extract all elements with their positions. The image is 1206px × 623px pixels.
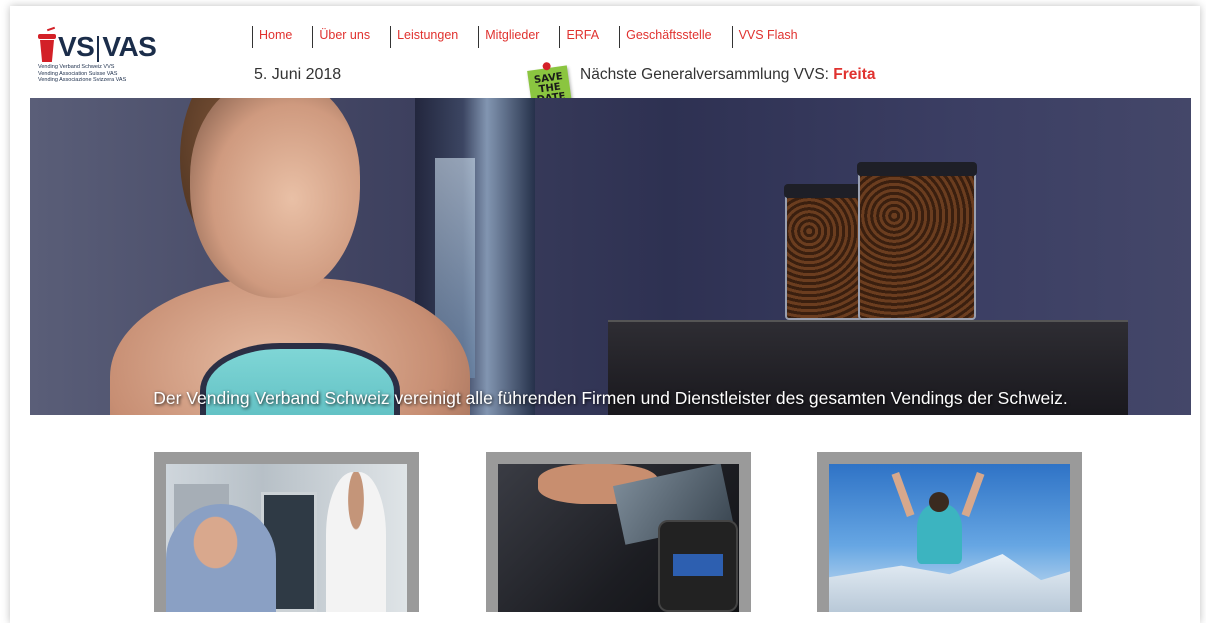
card-people-at-vending-machine[interactable] — [154, 452, 419, 612]
nav-mitglieder[interactable]: Mitglieder — [478, 26, 539, 48]
hero-caption: Der Vending Verband Schweiz vereinigt al… — [153, 388, 1068, 408]
logo-wordmark: VS VAS — [38, 26, 188, 62]
card-image — [498, 464, 739, 612]
logo-text-right: VAS — [102, 31, 157, 62]
nav-erfa[interactable]: ERFA — [559, 26, 599, 48]
logo-text-left: VS — [58, 31, 95, 62]
current-date: 5. Juni 2018 — [254, 66, 342, 83]
card-man-on-mountain[interactable] — [817, 452, 1082, 612]
card-image — [829, 464, 1070, 612]
nav-vvs-flash[interactable]: VVS Flash — [731, 26, 798, 48]
logo-divider — [97, 36, 100, 62]
nav-ueber-uns[interactable]: Über uns — [312, 26, 370, 48]
nav-geschaeftsstelle[interactable]: Geschäftsstelle — [619, 26, 712, 48]
hero-bean-jar — [784, 184, 864, 320]
nav-home[interactable]: Home — [252, 26, 292, 48]
hero-person-head — [190, 98, 360, 298]
pin-icon — [542, 61, 552, 71]
hero-banner: Der Vending Verband Schweiz vereinigt al… — [30, 98, 1191, 415]
ticker-text: Nächste Generalversammlung VVS: — [580, 66, 834, 83]
main-nav: Home Über uns Leistungen Mitglieder ERFA… — [252, 26, 818, 48]
ticker-highlight: Freita — [833, 66, 876, 83]
card-payment-terminal[interactable] — [486, 452, 751, 612]
cup-icon — [38, 26, 56, 62]
news-ticker[interactable]: Nächste Generalversammlung VVS: Freita — [580, 66, 888, 84]
nav-leistungen[interactable]: Leistungen — [390, 26, 458, 48]
hero-bean-jar — [857, 162, 977, 320]
site-logo[interactable]: VS VAS Vending Verband Schweiz VVS Vendi… — [38, 26, 188, 92]
logo-subtitle: Vending Verband Schweiz VVS Vending Asso… — [38, 64, 188, 84]
logo-subtitle-line: Vending Associazione Svizzera VAS — [38, 77, 127, 83]
card-image — [166, 464, 407, 612]
